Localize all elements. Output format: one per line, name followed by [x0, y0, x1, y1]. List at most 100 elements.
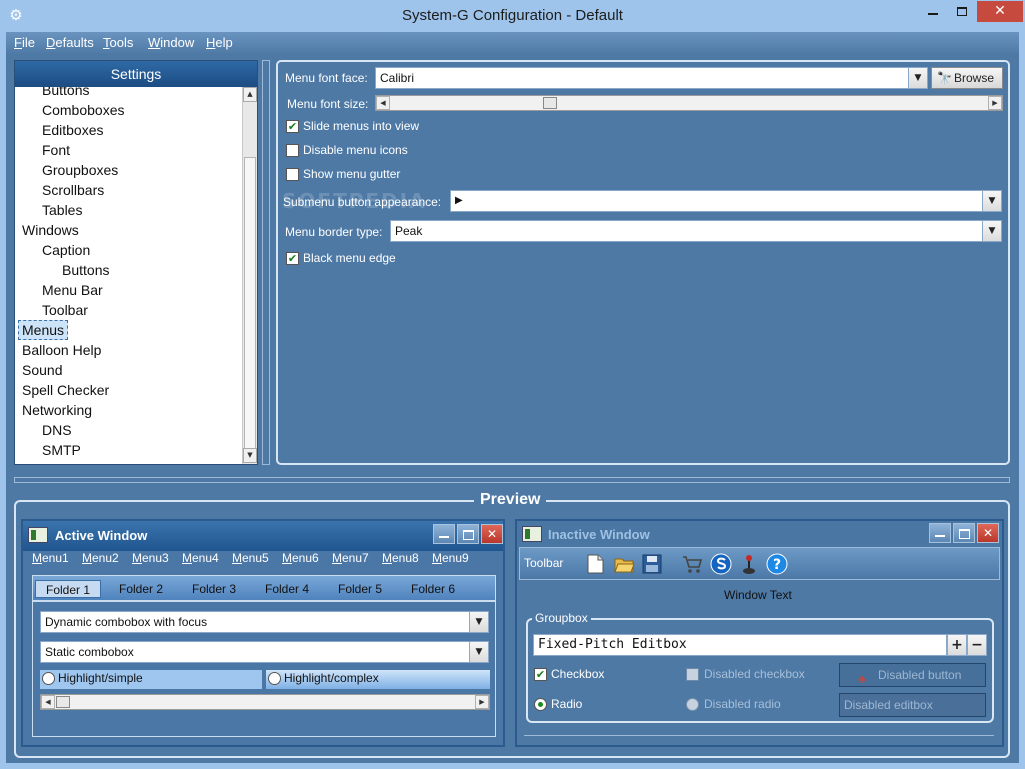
fixed-pitch-editbox[interactable]: Fixed-Pitch Editbox — [533, 634, 947, 656]
disabled-button-label: Disabled button — [878, 668, 962, 682]
menu-defaults[interactable]: Defaults — [46, 35, 94, 50]
new-document-icon[interactable] — [584, 553, 606, 575]
font-size-slider[interactable]: ◀ ▶ — [375, 95, 1003, 111]
slider-thumb[interactable] — [56, 696, 70, 708]
disabled-checkbox — [686, 668, 699, 681]
tab-folder-2[interactable]: Folder 2 — [107, 580, 175, 598]
joystick-icon[interactable] — [738, 553, 760, 575]
black-edge-checkbox[interactable]: ✔ — [286, 252, 299, 265]
title-bar[interactable]: ⚙ System-G Configuration - Default ✕ — [0, 0, 1025, 32]
tree-item[interactable]: Font — [42, 140, 70, 160]
tree-item[interactable]: Groupboxes — [42, 160, 118, 180]
disable-icons-checkbox[interactable] — [286, 144, 299, 157]
menu-file[interactable]: File — [14, 35, 35, 50]
show-gutter-checkbox[interactable] — [286, 168, 299, 181]
open-folder-icon[interactable] — [613, 553, 635, 575]
static-combobox[interactable]: Static combobox — [40, 641, 470, 663]
highlight-simple-label: Highlight/simple — [58, 671, 143, 685]
dynamic-combobox[interactable]: Dynamic combobox with focus — [40, 611, 470, 633]
menu-window[interactable]: Window — [148, 35, 194, 50]
menu-help[interactable]: Help — [206, 35, 233, 50]
tree-item[interactable]: Buttons — [42, 87, 89, 100]
preview-menu-2[interactable]: Menu2 — [82, 551, 119, 565]
tab-folder-5[interactable]: Folder 5 — [326, 580, 394, 598]
active-minimize-button[interactable] — [433, 524, 455, 544]
highlight-complex-radio[interactable]: Highlight/complex — [266, 670, 490, 689]
preview-menu-9[interactable]: Menu9 — [432, 551, 469, 565]
slide-menus-checkbox[interactable]: ✔ — [286, 120, 299, 133]
preview-radio[interactable] — [534, 698, 547, 711]
tree-item[interactable]: Comboboxes — [42, 100, 125, 120]
tree-item[interactable]: Buttons — [62, 260, 109, 280]
tree-item[interactable]: Scrollbars — [42, 180, 104, 200]
preview-menu-3[interactable]: Menu3 — [132, 551, 169, 565]
tree-item[interactable]: Menu Bar — [42, 280, 103, 300]
preview-menu-8[interactable]: Menu8 — [382, 551, 419, 565]
tree-item[interactable]: Toolbar — [42, 300, 88, 320]
tree-item[interactable]: Tables — [42, 200, 82, 220]
browse-button[interactable]: 🔭 Browse — [931, 67, 1003, 89]
active-maximize-button[interactable] — [457, 524, 479, 544]
tree-item[interactable]: SMTP — [42, 440, 81, 460]
font-face-dropdown-button[interactable]: ▼ — [908, 67, 928, 89]
border-type-combobox[interactable]: Peak — [390, 220, 983, 242]
static-combobox-dropdown[interactable]: ▼ — [469, 641, 489, 663]
tab-folder-4[interactable]: Folder 4 — [253, 580, 321, 598]
save-icon[interactable] — [641, 553, 663, 575]
close-button[interactable]: ✕ — [977, 1, 1023, 22]
slider-thumb[interactable] — [543, 97, 557, 109]
browse-label: Browse — [954, 71, 995, 85]
help-icon[interactable]: ? — [766, 553, 788, 575]
highlight-simple-radio[interactable]: Highlight/simple — [40, 670, 262, 689]
plus-button[interactable]: + — [947, 634, 967, 656]
preview-menu-7[interactable]: Menu7 — [332, 551, 369, 565]
minimize-button[interactable] — [919, 1, 947, 22]
slider-left-arrow[interactable]: ◀ — [376, 96, 390, 110]
tree-scrollbar[interactable]: ▲ ▼ — [242, 87, 257, 464]
inactive-minimize-button[interactable] — [929, 523, 951, 543]
preview-menu-4[interactable]: Menu4 — [182, 551, 219, 565]
font-face-combobox[interactable]: Calibri — [375, 67, 909, 89]
preview-menu-6[interactable]: Menu6 — [282, 551, 319, 565]
preview-checkbox[interactable]: ✔ — [534, 668, 547, 681]
inactive-close-button[interactable]: ✕ — [977, 523, 999, 543]
tree-item[interactable]: Windows — [22, 220, 79, 240]
slider-right-arrow[interactable]: ▶ — [988, 96, 1002, 110]
tab-folder-1[interactable]: Folder 1 — [35, 580, 101, 598]
preview-menu-5[interactable]: Menu5 — [232, 551, 269, 565]
preview-slider[interactable]: ◀ ▶ — [40, 694, 490, 710]
tab-folder-6[interactable]: Folder 6 — [399, 580, 467, 598]
preview-menu-1[interactable]: Menu1 — [32, 551, 69, 565]
tree-item[interactable]: Networking — [22, 400, 92, 420]
menu-tools[interactable]: Tools — [103, 35, 133, 50]
active-close-button[interactable]: ✕ — [481, 524, 503, 544]
scroll-down-arrow[interactable]: ▼ — [243, 448, 257, 463]
tree-item[interactable]: Sound — [22, 360, 62, 380]
tree-item[interactable]: Editboxes — [42, 120, 103, 140]
dynamic-combobox-dropdown[interactable]: ▼ — [469, 611, 489, 633]
border-type-dropdown-button[interactable]: ▼ — [982, 220, 1002, 242]
scroll-up-arrow[interactable]: ▲ — [243, 87, 257, 102]
maximize-button[interactable] — [948, 1, 976, 22]
s-logo-icon[interactable] — [710, 553, 732, 575]
tree-item[interactable]: Caption — [42, 240, 90, 260]
tree-item[interactable]: Balloon Help — [22, 340, 101, 360]
border-type-label: Menu border type: — [285, 225, 383, 239]
submenu-combobox[interactable]: ▶ — [450, 190, 983, 212]
scroll-thumb[interactable] — [244, 157, 256, 459]
tree-item[interactable]: Spell Checker — [22, 380, 109, 400]
tree-item[interactable]: DNS — [42, 420, 72, 440]
cart-icon[interactable] — [681, 553, 703, 575]
submenu-dropdown-button[interactable]: ▼ — [982, 190, 1002, 212]
tab-folder-3[interactable]: Folder 3 — [180, 580, 248, 598]
vertical-splitter[interactable] — [262, 60, 270, 465]
minus-button[interactable]: − — [967, 634, 987, 656]
tree-item[interactable]: Menus — [18, 320, 69, 340]
horizontal-splitter[interactable] — [14, 477, 1010, 483]
inactive-maximize-button[interactable] — [953, 523, 975, 543]
slider-left-arrow[interactable]: ◀ — [41, 695, 55, 709]
slider-right-arrow[interactable]: ▶ — [475, 695, 489, 709]
radio-label: Radio — [551, 697, 583, 711]
slide-menus-label: Slide menus into view — [303, 119, 420, 133]
checkbox-label: Checkbox — [551, 667, 605, 681]
